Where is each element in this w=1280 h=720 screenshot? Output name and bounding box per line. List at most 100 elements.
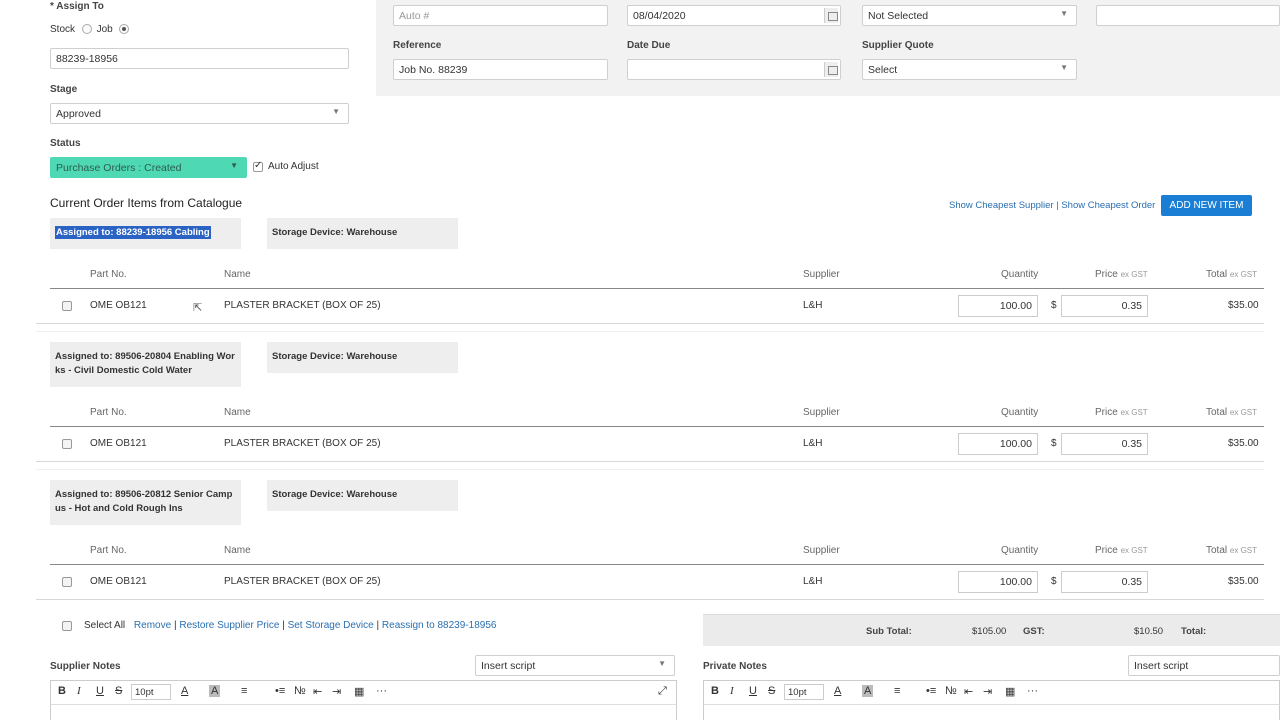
col-supplier: Supplier [803,545,840,556]
row-select-checkbox[interactable] [62,301,72,311]
underline-icon[interactable]: U [96,685,104,697]
date-due-label: Date Due [627,40,671,51]
row-total: $35.00 [1228,438,1259,449]
cheapest-links: Show Cheapest Supplier | Show Cheapest O… [949,200,1155,211]
currency-symbol: $ [1051,300,1057,311]
col-price-label: Price [1095,407,1118,418]
job-radio[interactable] [119,24,130,35]
row-select-checkbox[interactable] [62,577,72,587]
status-label: Status [50,138,81,149]
add-new-item-button[interactable]: ADD NEW ITEM [1161,195,1252,216]
row-select-checkbox[interactable] [62,439,72,449]
row-price-input[interactable]: 0.35 [1061,571,1148,593]
show-cheapest-order-link[interactable]: Show Cheapest Order [1061,200,1155,211]
status-select-value: Purchase Orders : Created [56,162,182,174]
remove-link[interactable]: Remove [134,620,171,631]
storage-tag: Storage Device: Warehouse [267,342,458,373]
row-quantity-input[interactable]: 100.00 [958,433,1038,455]
strikethrough-icon[interactable]: S [115,685,122,697]
font-size-select[interactable]: 10pt [784,684,824,700]
reference-input[interactable]: Job No. 88239 [393,59,608,80]
bullet-list-icon[interactable]: •≡ [275,685,285,697]
assigned-tag-text: Assigned to: 88239-18956 Cabling [55,226,211,239]
calendar-icon[interactable] [824,8,838,23]
more-icon[interactable]: ··· [376,685,387,697]
highlight-icon[interactable]: A [209,685,221,697]
reassign-link[interactable]: Reassign to 88239-18956 [382,620,497,631]
col-price-label: Price [1095,269,1118,280]
font-color-icon[interactable]: A [181,685,188,697]
chevron-down-icon: ▼ [1060,63,1068,72]
indent-icon[interactable]: ⇥ [983,685,992,698]
assigned-tag-line-1: Assigned to: 89506-20804 Enabling Wor [55,351,235,362]
header-divider [50,288,1264,289]
more-icon[interactable]: ··· [1027,685,1038,697]
status-select[interactable]: Purchase Orders : Created ▼ [50,157,247,178]
fullscreen-icon[interactable]: ⤢ [658,685,667,698]
indent-icon[interactable]: ⇥ [332,685,341,698]
numbered-list-icon[interactable]: № [945,685,957,697]
action-separator: | [173,620,177,631]
currency-symbol: $ [1051,576,1057,587]
font-color-icon[interactable]: A [834,685,841,697]
align-icon[interactable]: ≡ [241,685,247,697]
not-selected-select[interactable]: Not Selected ▼ [862,5,1077,26]
auto-number-input[interactable]: Auto # [393,5,608,26]
extra-header-input[interactable] [1096,5,1280,26]
not-selected-value: Not Selected [868,10,929,22]
supplier-notes-editor[interactable] [50,704,677,720]
italic-icon[interactable]: I [730,685,734,697]
underline-icon[interactable]: U [749,685,757,697]
row-divider [36,599,1264,600]
bullet-list-icon[interactable]: •≡ [926,685,936,697]
chevron-down-icon: ▼ [658,659,666,668]
col-quantity: Quantity [1001,407,1039,418]
bold-icon[interactable]: B [711,685,719,697]
table-icon[interactable]: ▦ [1005,685,1015,698]
storage-tag: Storage Device: Warehouse [267,480,458,511]
stock-radio[interactable] [81,24,92,35]
private-notes-editor[interactable] [703,704,1280,720]
gst-value: $10.50 [1134,626,1164,637]
align-icon[interactable]: ≡ [894,685,900,697]
gst-label: GST: [1023,626,1045,637]
row-quantity-input[interactable]: 100.00 [958,571,1038,593]
calendar-icon[interactable] [824,62,838,77]
auto-adjust-checkbox[interactable] [253,160,263,172]
stage-select[interactable]: Approved ▼ [50,103,349,124]
row-divider [36,323,1264,324]
private-insert-script-select[interactable]: Insert script [1128,655,1280,676]
supplier-quote-value: Select [868,64,898,76]
mouse-cursor-icon: ⇱ [193,302,203,314]
col-quantity: Quantity [1001,269,1039,280]
assign-to-input[interactable]: 88239-18956 [50,48,349,69]
supplier-quote-select[interactable]: Select ▼ [862,59,1077,80]
restore-supplier-price-link[interactable]: Restore Supplier Price [179,620,279,631]
strikethrough-icon[interactable]: S [768,685,775,697]
stage-select-value: Approved [56,108,101,120]
font-size-select[interactable]: 10pt [131,684,171,700]
numbered-list-icon[interactable]: № [294,685,306,697]
date-due-input[interactable] [627,59,841,80]
order-date-value: 08/04/2020 [633,10,686,22]
order-date-input[interactable]: 08/04/2020 [627,5,841,26]
highlight-icon[interactable]: A [862,685,874,697]
supplier-insert-script-select[interactable]: Insert script ▼ [475,655,675,676]
outdent-icon[interactable]: ⇤ [964,685,973,698]
bulk-actions: Select All Remove | Restore Supplier Pri… [84,620,496,631]
assigned-tag: Assigned to: 89506-20812 Senior Camp us … [50,480,241,525]
outdent-icon[interactable]: ⇤ [313,685,322,698]
row-price-input[interactable]: 0.35 [1061,295,1148,317]
select-all-checkbox[interactable] [62,621,72,631]
row-total: $35.00 [1228,576,1259,587]
show-cheapest-supplier-link[interactable]: Show Cheapest Supplier [949,200,1054,211]
row-quantity-input[interactable]: 100.00 [958,295,1038,317]
row-price-input[interactable]: 0.35 [1061,433,1148,455]
italic-icon[interactable]: I [77,685,81,697]
col-quantity: Quantity [1001,545,1039,556]
col-supplier: Supplier [803,407,840,418]
table-icon[interactable]: ▦ [354,685,364,698]
set-storage-device-link[interactable]: Set Storage Device [288,620,374,631]
bold-icon[interactable]: B [58,685,66,697]
col-total-label: Total [1206,269,1228,280]
